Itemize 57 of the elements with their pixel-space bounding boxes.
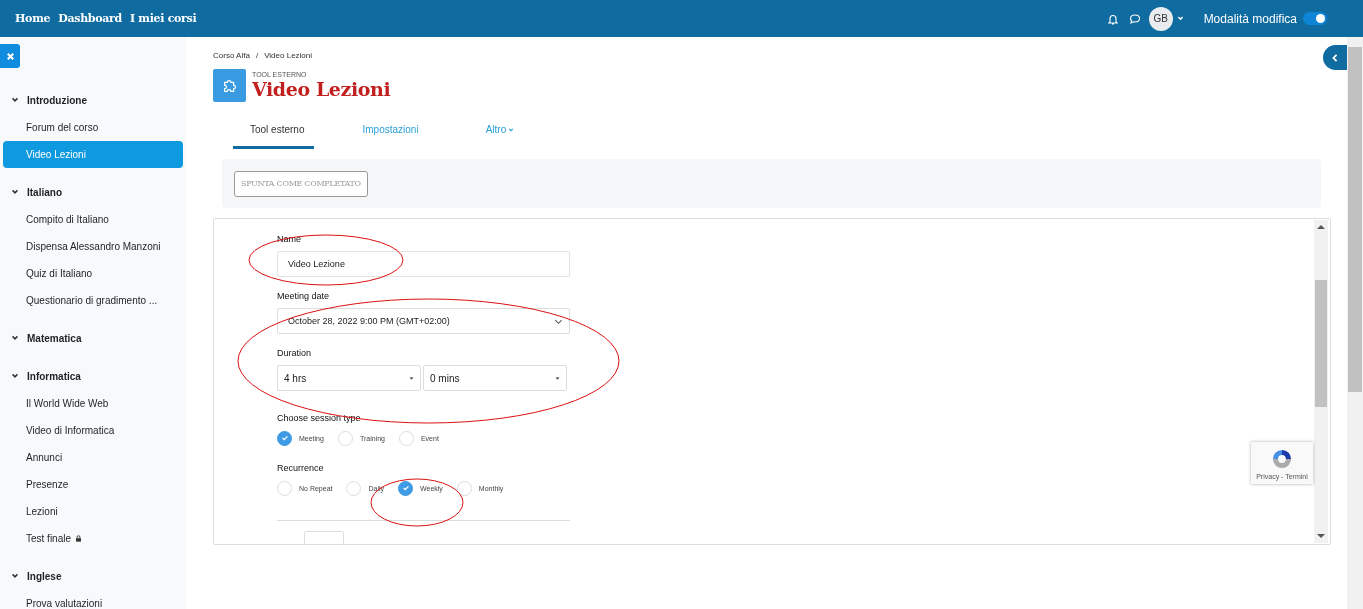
check-icon bbox=[280, 434, 289, 442]
page-title: Video Lezioni bbox=[252, 77, 391, 101]
nav-link[interactable]: Home bbox=[15, 12, 51, 25]
caret-down-icon bbox=[555, 375, 560, 381]
edit-mode-label: Modalità modifica bbox=[1203, 11, 1297, 26]
hours-dropdown[interactable]: 4 hrs bbox=[277, 365, 421, 391]
section-heading[interactable]: Introduzione bbox=[0, 86, 186, 114]
chevron-down-icon bbox=[11, 334, 19, 342]
puzzle-icon bbox=[213, 69, 246, 102]
field-label: Meeting date bbox=[277, 291, 331, 303]
sidebar-item[interactable]: Compito di Italiano bbox=[3, 206, 183, 233]
nav-link[interactable]: I miei corsi bbox=[130, 12, 197, 25]
meeting-date-dropdown[interactable]: October 28, 2022 9:00 PM (GMT+02:00) bbox=[277, 308, 570, 334]
bell-icon bbox=[1106, 12, 1119, 25]
nav-link[interactable]: Dashboard bbox=[58, 12, 122, 25]
sidebar-item[interactable]: Questionario di gradimento ... bbox=[3, 287, 183, 314]
chevron-down-icon bbox=[11, 188, 19, 196]
avatar: GB bbox=[1148, 6, 1173, 31]
chevron-down-icon bbox=[11, 372, 19, 380]
page-scrollbar[interactable] bbox=[1347, 37, 1363, 609]
sidebar-item[interactable]: Test finale bbox=[3, 525, 183, 552]
chevron-down-icon bbox=[11, 572, 19, 580]
edit-mode-toggle[interactable] bbox=[1303, 12, 1327, 25]
breadcrumb-link[interactable]: Video Lezioni bbox=[264, 51, 313, 60]
section-heading[interactable]: Matematica bbox=[0, 324, 186, 352]
field-label: Recurrence bbox=[277, 463, 325, 475]
section-heading[interactable]: Informatica bbox=[0, 362, 186, 390]
open-drawer-button[interactable] bbox=[1323, 45, 1347, 70]
name-input[interactable]: Video Lezione bbox=[277, 251, 570, 277]
tab[interactable]: Tool esterno bbox=[233, 116, 315, 149]
sidebar-item[interactable]: Il World Wide Web bbox=[3, 390, 183, 417]
section-heading[interactable]: Italiano bbox=[0, 178, 186, 206]
chevron-left-icon bbox=[1331, 53, 1339, 62]
sidebar-item[interactable]: Quiz di Italiano bbox=[3, 260, 183, 287]
chevron-down-icon bbox=[11, 96, 19, 104]
close-icon bbox=[5, 51, 15, 61]
sidebar-item[interactable]: Prova valutazioni bbox=[3, 590, 183, 609]
sidebar-item[interactable]: Presenze bbox=[3, 471, 183, 498]
radio-button[interactable] bbox=[398, 480, 414, 496]
caret-down-icon bbox=[1176, 15, 1184, 22]
chat-bubble-icon bbox=[1128, 12, 1141, 25]
check-icon bbox=[401, 484, 410, 492]
radio-button[interactable] bbox=[277, 430, 292, 446]
sidebar-item[interactable]: Forum del corso bbox=[3, 114, 183, 141]
sidebar-item[interactable]: Video di Informatica bbox=[3, 417, 183, 444]
user-menu[interactable]: GB bbox=[1148, 6, 1184, 31]
scrollbar[interactable] bbox=[1314, 220, 1328, 543]
sidebar-item[interactable]: Lezioni bbox=[3, 498, 183, 525]
breadcrumb-link[interactable]: Corso Alfa bbox=[213, 51, 250, 60]
sidebar-item[interactable]: Dispensa Alessandro Manzoni bbox=[3, 233, 183, 260]
breadcrumb-separator: / bbox=[255, 51, 259, 60]
caret-down-icon bbox=[409, 375, 414, 381]
minutes-dropdown[interactable]: 0 mins bbox=[423, 365, 567, 391]
sidebar-item[interactable]: Annunci bbox=[3, 444, 183, 471]
close-drawer-button[interactable] bbox=[0, 44, 20, 68]
section-heading[interactable]: Inglese bbox=[0, 562, 186, 590]
field-label: Duration bbox=[277, 348, 313, 360]
